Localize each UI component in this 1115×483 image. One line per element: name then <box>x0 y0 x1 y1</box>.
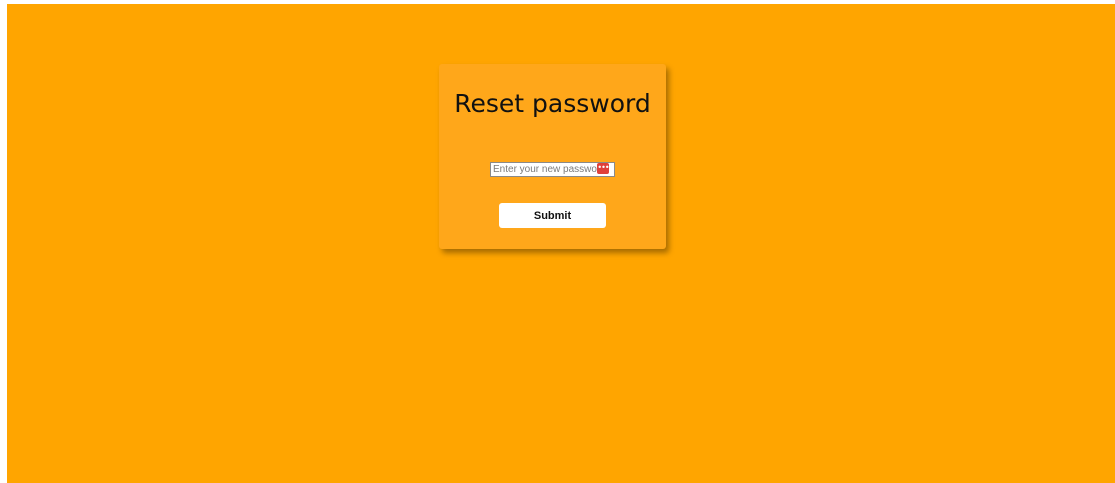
reset-password-card: Reset password ••• Submit <box>439 64 666 249</box>
page-background: Reset password ••• Submit <box>7 4 1115 483</box>
password-manager-icon[interactable]: ••• <box>597 163 610 174</box>
submit-button[interactable]: Submit <box>499 203 606 228</box>
page-title: Reset password <box>454 89 651 118</box>
